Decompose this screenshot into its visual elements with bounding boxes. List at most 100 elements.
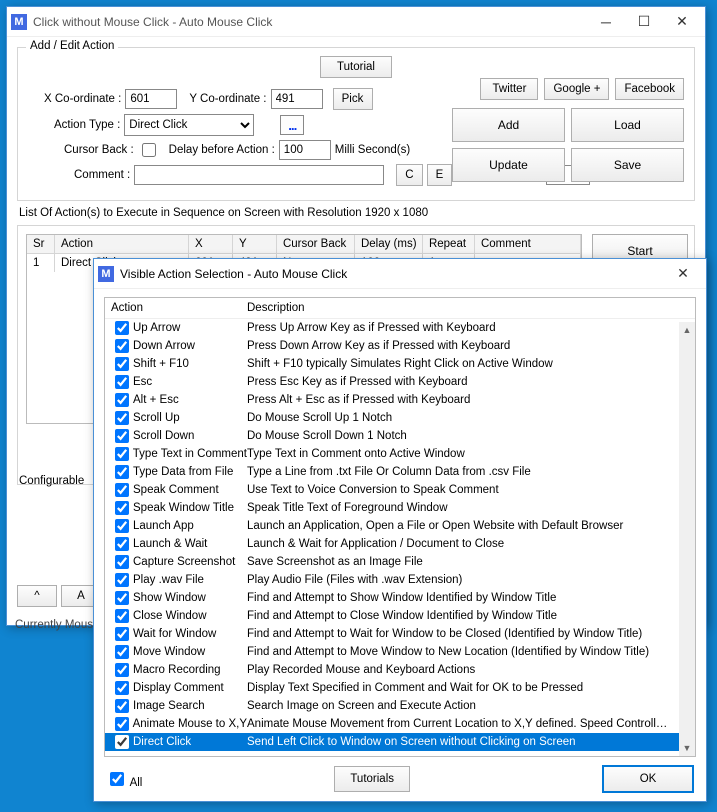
x-input[interactable] [125,89,177,109]
action-name: Scroll Down [133,430,194,442]
list-item[interactable]: Down ArrowPress Down Arrow Key as if Pre… [105,337,679,355]
pick-button[interactable]: Pick [333,88,373,110]
col-x[interactable]: X [189,235,233,254]
list-item[interactable]: Speak CommentUse Text to Voice Conversio… [105,481,679,499]
action-checkbox[interactable] [115,645,129,659]
titlebar-selection[interactable]: M Visible Action Selection - Auto Mouse … [94,259,706,289]
action-checkbox[interactable] [115,447,129,461]
list-item[interactable]: Wait for WindowFind and Attempt to Wait … [105,625,679,643]
action-checkbox[interactable] [115,465,129,479]
list-item[interactable]: Image SearchSearch Image on Screen and E… [105,697,679,715]
action-checkbox[interactable] [115,339,129,353]
comment-input[interactable] [134,165,384,185]
all-checkbox[interactable] [110,772,124,786]
action-checkbox[interactable] [115,411,129,425]
e-button[interactable]: E [427,164,453,186]
action-checkbox[interactable] [115,483,129,497]
list-item[interactable]: Direct ClickSend Left Click to Window on… [105,733,679,751]
action-checkbox[interactable] [115,393,129,407]
list-item[interactable]: Display CommentDisplay Text Specified in… [105,679,679,697]
action-checkbox[interactable] [115,375,129,389]
action-checkbox[interactable] [115,735,129,749]
list-item[interactable]: Close WindowFind and Attempt to Close Wi… [105,607,679,625]
action-type-select[interactable]: Direct Click [124,114,254,136]
google-button[interactable]: Google + [544,78,609,100]
maximize-button[interactable]: ☐ [625,8,663,36]
col-action[interactable]: Action [55,235,189,254]
action-checkbox[interactable] [115,357,129,371]
add-button[interactable]: Add [452,108,565,142]
tutorials-button[interactable]: Tutorials [334,766,410,792]
col-cursor-back[interactable]: Cursor Back [277,235,355,254]
action-checkbox[interactable] [115,591,129,605]
cursor-back-checkbox[interactable] [142,143,156,157]
list-item[interactable]: Type Data from FileType a Line from .txt… [105,463,679,481]
scroll-up-icon[interactable]: ▲ [679,322,695,338]
scrollbar[interactable]: ▲ ▼ [679,322,695,756]
configurable-label: Configurable [19,475,84,487]
window-title-selection: Visible Action Selection - Auto Mouse Cl… [120,267,664,281]
action-options-button[interactable]: ... [280,115,304,135]
list-item[interactable]: Launch & WaitLaunch & Wait for Applicati… [105,535,679,553]
load-button[interactable]: Load [571,108,684,142]
titlebar-main[interactable]: M Click without Mouse Click - Auto Mouse… [7,7,705,37]
action-checkbox[interactable] [115,429,129,443]
list-item[interactable]: Launch AppLaunch an Application, Open a … [105,517,679,535]
action-name: Macro Recording [133,664,221,676]
action-name: Animate Mouse to X,Y [133,718,247,730]
list-item[interactable]: Play .wav FilePlay Audio File (Files wit… [105,571,679,589]
scroll-down-icon[interactable]: ▼ [679,740,695,756]
action-description: Find and Attempt to Show Window Identifi… [247,592,673,604]
list-item[interactable]: Move WindowFind and Attempt to Move Wind… [105,643,679,661]
action-checkbox[interactable] [115,717,129,731]
col-repeat[interactable]: Repeat [423,235,475,254]
list-item[interactable]: Shift + F10Shift + F10 typically Simulat… [105,355,679,373]
delay-input[interactable] [279,140,331,160]
list-item[interactable]: Scroll DownDo Mouse Scroll Down 1 Notch [105,427,679,445]
action-checkbox[interactable] [115,519,129,533]
col-sr[interactable]: Sr [27,235,55,254]
action-name: Type Data from File [133,466,233,478]
action-description: Play Recorded Mouse and Keyboard Actions [247,664,673,676]
update-button[interactable]: Update [452,148,565,182]
col-y[interactable]: Y [233,235,277,254]
list-item[interactable]: Type Text in CommentType Text in Comment… [105,445,679,463]
action-checkbox[interactable] [115,573,129,587]
list-item[interactable]: Alt + EscPress Alt + Esc as if Pressed w… [105,391,679,409]
action-checkbox[interactable] [115,681,129,695]
all-checkbox-label[interactable]: All [106,769,142,789]
ok-button[interactable]: OK [602,765,694,793]
c-button[interactable]: C [396,164,422,186]
col-delay[interactable]: Delay (ms) [355,235,423,254]
action-checkbox[interactable] [115,609,129,623]
close-button[interactable]: ✕ [663,8,701,36]
list-item[interactable]: Macro Recording Play Recorded Mouse and K… [105,661,679,679]
list-item[interactable]: Show WindowFind and Attempt to Show Wind… [105,589,679,607]
action-checkbox[interactable] [115,537,129,551]
list-item[interactable]: Animate Mouse to X,YAnimate Mouse Moveme… [105,715,679,733]
action-checkbox[interactable] [115,501,129,515]
action-list[interactable]: Action Description Up ArrowPress Up Arro… [104,297,696,757]
twitter-button[interactable]: Twitter [480,78,538,100]
tutorial-button[interactable]: Tutorial [320,56,392,78]
list-item[interactable]: Up ArrowPress Up Arrow Key as if Pressed… [105,319,679,337]
list-caption: List Of Action(s) to Execute in Sequence… [19,207,693,219]
col-comment[interactable]: Comment [475,235,581,254]
action-checkbox[interactable] [115,699,129,713]
y-input[interactable] [271,89,323,109]
facebook-button[interactable]: Facebook [615,78,684,100]
action-checkbox[interactable] [115,321,129,335]
list-item[interactable]: Speak Window TitleSpeak Title Text of Fo… [105,499,679,517]
action-checkbox[interactable] [115,663,129,677]
col-description-header[interactable]: Description [247,302,689,314]
col-action-header[interactable]: Action [111,302,247,314]
list-item[interactable]: Scroll UpDo Mouse Scroll Up 1 Notch [105,409,679,427]
action-checkbox[interactable] [115,627,129,641]
save-button[interactable]: Save [571,148,684,182]
action-checkbox[interactable] [115,555,129,569]
close-button-selection[interactable]: ✕ [664,260,702,288]
list-item[interactable]: Capture ScreenshotSave Screenshot as an … [105,553,679,571]
list-item[interactable]: EscPress Esc Key as if Pressed with Keyb… [105,373,679,391]
minimize-button[interactable]: ─ [587,8,625,36]
up-caret-button[interactable]: ^ [17,585,57,607]
